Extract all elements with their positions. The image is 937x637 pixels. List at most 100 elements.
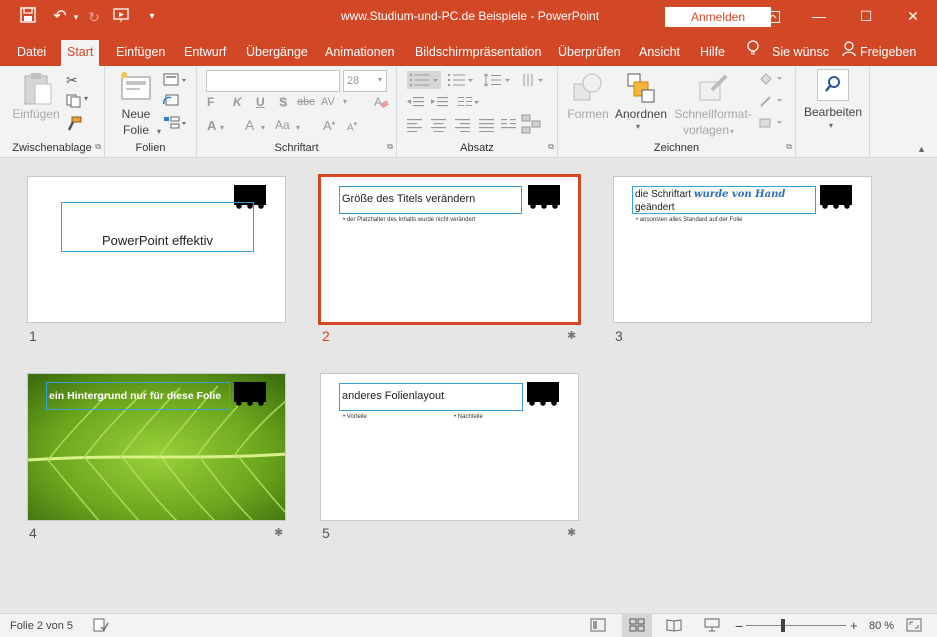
arrange-dropdown-icon[interactable]: ▾ <box>636 122 640 131</box>
font-size-dropdown-icon[interactable]: ▾ <box>378 75 382 84</box>
new-slide-label-1[interactable]: Neue <box>111 106 161 122</box>
tab-ansicht[interactable]: Ansicht <box>639 42 680 68</box>
copy-icon[interactable] <box>66 94 82 113</box>
clipboard-launcher-icon[interactable]: ⧉ <box>95 142 101 152</box>
minimize-button[interactable]: — <box>796 0 842 34</box>
fit-to-window-icon[interactable] <box>906 618 922 634</box>
search-icon[interactable] <box>817 69 849 106</box>
ribbon-display-options-icon[interactable] <box>750 0 796 34</box>
slideshow-view-icon[interactable] <box>704 618 720 634</box>
tab-start[interactable]: Start <box>61 40 100 66</box>
customize-qat-icon[interactable]: ▾ <box>142 7 162 27</box>
underline-button[interactable]: U <box>256 95 265 109</box>
editing-dropdown-icon[interactable]: ▾ <box>829 121 833 130</box>
transition-icon[interactable]: ✱ <box>567 329 576 342</box>
tab-datei[interactable]: Datei <box>17 42 46 68</box>
reading-view-icon[interactable] <box>666 618 682 634</box>
tab-hilfe[interactable]: Hilfe <box>700 42 725 68</box>
shapes-icon[interactable] <box>572 72 604 109</box>
justify-icon[interactable] <box>479 118 495 137</box>
bullets-icon[interactable] <box>407 71 441 94</box>
grow-font-icon[interactable]: A▴ <box>323 118 335 133</box>
align-right-icon[interactable] <box>455 118 471 137</box>
text-effects-icon[interactable]: A <box>207 118 216 133</box>
decrease-indent-icon[interactable] <box>407 96 425 115</box>
save-icon[interactable] <box>18 7 38 27</box>
tell-me-input[interactable]: Sie wünsc <box>772 42 829 68</box>
collapse-ribbon-icon[interactable]: ▲ <box>917 144 926 154</box>
arrange-icon[interactable] <box>626 72 656 109</box>
italic-button[interactable]: K <box>233 95 242 109</box>
zoom-slider-thumb[interactable] <box>781 619 785 632</box>
shape-outline-icon[interactable] <box>758 94 786 113</box>
align-center-icon[interactable] <box>431 118 447 137</box>
format-painter-icon[interactable] <box>66 116 82 137</box>
redo-icon[interactable]: ↻ <box>84 7 104 27</box>
clear-formatting-icon[interactable]: A <box>373 93 389 114</box>
text-effects-dropdown-icon[interactable]: ▾ <box>220 123 224 132</box>
cut-icon[interactable]: ✂ <box>66 72 78 89</box>
tab-uebergaenge[interactable]: Übergänge <box>246 42 308 68</box>
present-from-start-icon[interactable] <box>112 7 132 27</box>
copy-dropdown-icon[interactable]: ▾ <box>84 94 88 103</box>
notes-check-icon[interactable] <box>93 618 109 634</box>
maximize-button[interactable]: ☐ <box>843 0 889 34</box>
numbering-icon[interactable] <box>447 72 475 93</box>
paragraph-launcher-icon[interactable]: ⧉ <box>548 142 554 152</box>
tab-ueberpruefen[interactable]: Überprüfen <box>558 42 621 68</box>
strikethrough-button[interactable]: abc <box>297 96 315 108</box>
drawing-launcher-icon[interactable]: ⧉ <box>786 142 792 152</box>
transition-icon[interactable]: ✱ <box>567 526 576 539</box>
slide-sorter-view-icon[interactable] <box>622 614 652 637</box>
quick-styles-dropdown-icon[interactable]: ▾ <box>730 127 734 136</box>
font-name-field[interactable] <box>206 70 340 92</box>
char-spacing-dropdown-icon[interactable]: ▾ <box>343 97 347 106</box>
text-direction-icon[interactable] <box>521 72 547 93</box>
increase-indent-icon[interactable] <box>431 96 449 115</box>
quick-styles-icon[interactable] <box>698 72 730 109</box>
transition-icon[interactable]: ✱ <box>274 526 283 539</box>
zoom-slider-track[interactable] <box>746 625 846 626</box>
arrange-button-label[interactable]: Anordnen <box>612 106 670 122</box>
char-spacing-button[interactable]: AV <box>321 96 335 108</box>
line-spacing-icon[interactable] <box>483 72 513 93</box>
new-slide-label-2[interactable]: Folie <box>111 122 161 138</box>
tab-bildschirmpraesentation[interactable]: Bildschirmpräsentation <box>415 42 541 68</box>
new-slide-dropdown-icon[interactable]: ▾ <box>157 127 161 136</box>
zoom-in-button[interactable]: + <box>850 618 858 634</box>
zoom-out-button[interactable]: − <box>735 618 743 634</box>
bold-button[interactable]: F <box>207 95 214 109</box>
columns-icon[interactable] <box>457 96 481 115</box>
slide-thumbnail-4[interactable]: ein Hintergrund nur für diese Folie <box>27 373 286 521</box>
font-color-dropdown-icon[interactable]: ▾ <box>261 123 265 132</box>
shapes-button-label[interactable]: Formen <box>564 106 612 122</box>
reset-slide-icon[interactable] <box>163 94 179 113</box>
font-launcher-icon[interactable]: ⧉ <box>387 142 393 152</box>
convert-smartart-icon[interactable] <box>521 114 543 139</box>
font-color-icon[interactable]: A <box>245 117 254 133</box>
shrink-font-icon[interactable]: A▾ <box>347 120 357 133</box>
section-icon[interactable] <box>163 116 189 135</box>
change-case-dropdown-icon[interactable]: ▾ <box>296 123 300 132</box>
close-button[interactable]: ✕ <box>890 0 936 34</box>
undo-dropdown-icon[interactable]: ▾ <box>66 7 86 27</box>
tab-einfuegen[interactable]: Einfügen <box>116 42 165 68</box>
shadow-button[interactable]: S <box>279 95 287 109</box>
slide-thumbnail-1[interactable]: PowerPoint effektiv <box>27 176 286 323</box>
zoom-level[interactable]: 80 % <box>869 618 894 634</box>
paste-button-label[interactable]: Einfügen <box>10 106 62 122</box>
tab-entwurf[interactable]: Entwurf <box>184 42 226 68</box>
column-align-icon[interactable] <box>501 118 517 137</box>
change-case-button[interactable]: Aa <box>275 118 290 132</box>
shape-fill-icon[interactable] <box>758 72 786 91</box>
slide-thumbnail-2[interactable]: Größe des Titels verändern • der Platzha… <box>318 174 581 325</box>
slide-thumbnail-5[interactable]: anderes Folienlayout • Vorteile • Nachte… <box>320 373 579 521</box>
lightbulb-icon[interactable] <box>746 40 760 66</box>
new-slide-icon[interactable] <box>118 71 152 108</box>
tab-animationen[interactable]: Animationen <box>325 42 395 68</box>
quick-styles-label-1[interactable]: Schnellformat- <box>668 106 758 122</box>
share-button[interactable]: Freigeben <box>860 42 916 68</box>
slide-thumbnail-3[interactable]: die Schriftart wurde von Hand geändert •… <box>613 176 872 323</box>
layout-icon[interactable] <box>163 73 189 92</box>
normal-view-icon[interactable] <box>590 618 606 634</box>
